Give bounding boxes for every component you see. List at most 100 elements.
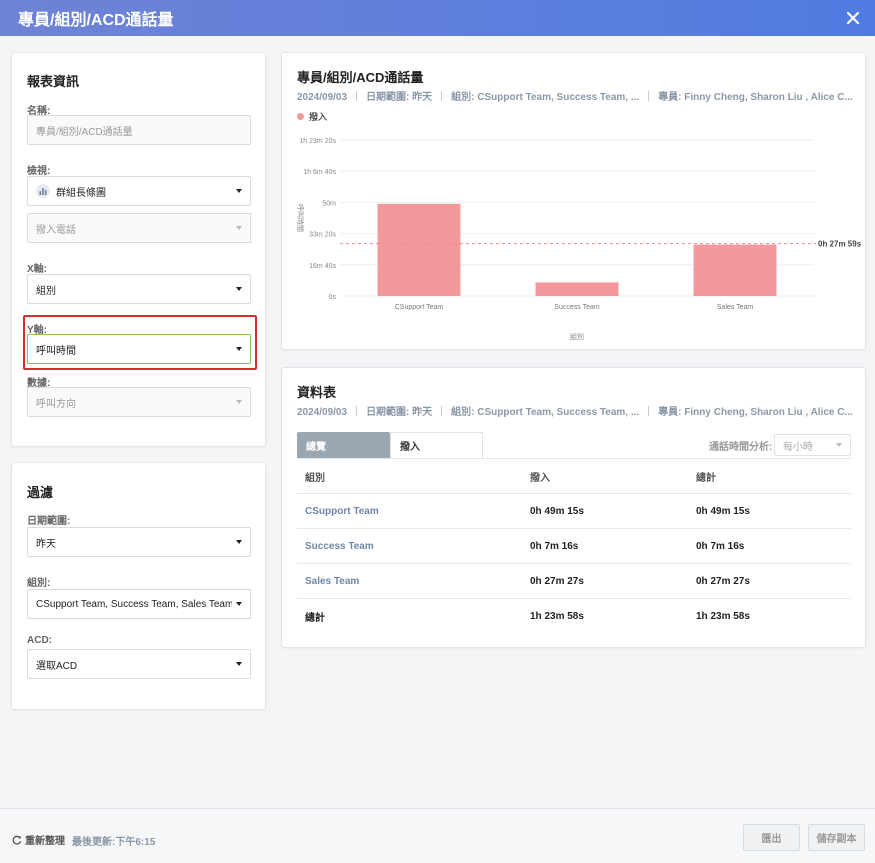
y-tick-label: 33m 20s — [309, 232, 336, 239]
x-axis-select-value: 組別 — [36, 285, 56, 297]
footer-bar: 重新整理 最後更新:下午6:15 匯出 儲存副本 — [0, 808, 875, 863]
table-row: Sales Team 0h 27m 27s 0h 27m 27s — [297, 563, 851, 599]
tab-inbound[interactable]: 撥入 — [390, 432, 483, 458]
filter-title: 過濾 — [27, 485, 54, 500]
table-cell-group: Sales Team — [297, 563, 522, 599]
bar[interactable] — [377, 203, 461, 296]
name-input-placeholder: 專員/組別/ACD通話量 — [36, 126, 133, 138]
chart-panel: 專員/組別/ACD通話量 2024/09/03 日期範圍: 昨天 組別: CSupp… — [281, 52, 866, 350]
date-range-select[interactable]: 昨天 — [27, 527, 251, 557]
export-button[interactable]: 匯出 — [743, 824, 800, 851]
analysis-select-value: 每小時 — [783, 441, 813, 453]
bar[interactable] — [535, 282, 619, 296]
y-tick-label: 50m — [322, 200, 336, 207]
data-select-value: 呼叫方向 — [36, 398, 76, 410]
group-select-value: CSupport Team, Success Team, Sales Team — [36, 598, 232, 610]
chevron-down-icon — [836, 443, 842, 447]
refresh-icon — [12, 835, 22, 845]
chevron-down-icon — [236, 662, 242, 666]
view-sub-select-value: 撥入電話 — [36, 224, 76, 236]
filter-panel: 過濾 日期範圍: 昨天 組別: CSupport Team, Success T… — [11, 462, 266, 710]
table-cell-group: Success Team — [297, 528, 522, 564]
acd-label: ACD: — [27, 635, 52, 646]
date-range-label: 日期範圍: — [27, 516, 71, 527]
bar-chart: 0s 16m 40s 33m 20s 50m 1h 6m 40s 1h 23m 20s C… — [296, 138, 862, 341]
column-header-total: 總計 — [688, 458, 851, 494]
chart-meta-agents: 專員: Finny Cheng, Sharon Liu , Alice C... — [658, 92, 853, 103]
chevron-down-icon — [236, 400, 242, 404]
name-input[interactable]: 專員/組別/ACD通話量 — [27, 115, 251, 145]
legend-label: 撥入 — [309, 112, 328, 122]
view-select[interactable]: 群組長條圖 — [27, 176, 251, 206]
bar[interactable] — [693, 244, 777, 296]
y-axis-title: 呼叫時間 — [296, 204, 305, 232]
table-meta-groups: 組別: CSupport Team, Success Team, ... — [451, 407, 640, 418]
chevron-down-icon — [236, 287, 242, 291]
column-header-inbound: 撥入 — [522, 458, 688, 494]
bar-chart-icon — [36, 184, 50, 198]
x-axis-select[interactable]: 組別 — [27, 274, 251, 304]
table-cell-total-sum: 1h 23m 58s — [696, 610, 750, 622]
report-info-panel: 報表資訊 名稱: 專員/組別/ACD通話量 檢視: 群組長條圖 撥入電話 X軸:… — [11, 52, 266, 447]
chart-legend[interactable]: 撥入 — [297, 110, 327, 123]
y-tick-label: 1h 23m 20s — [299, 138, 336, 145]
acd-select-value: 選取ACD — [36, 660, 78, 672]
chart-meta-range: 日期範圍: 昨天 — [366, 92, 433, 103]
table-meta-range: 日期範圍: 昨天 — [366, 407, 433, 418]
table-meta-agents: 專員: Finny Cheng, Sharon Liu , Alice C... — [658, 407, 853, 418]
x-tick-label: CSupport Team — [395, 304, 444, 311]
x-axis-title: 組別 — [570, 332, 584, 341]
refresh-button[interactable]: 重新整理 — [12, 832, 65, 847]
data-table: 組別 撥入 總計 CSupport Team 0h 49m 15s 0h 49m… — [297, 458, 851, 634]
table-cell-total-inbound: 1h 23m 58s — [530, 610, 584, 622]
table-meta: 2024/09/03 日期範圍: 昨天 組別: CSupport Team, Suc… — [297, 403, 853, 418]
last-update-text: 最後更新:下午6:15 — [72, 837, 156, 848]
table-cell-total-label: 總計 — [305, 612, 325, 624]
table-cell-total: 0h 49m 15s — [688, 493, 851, 529]
table-cell-total: 0h 7m 16s — [688, 528, 851, 564]
table-header-row: 組別 撥入 總計 — [297, 458, 851, 494]
chevron-down-icon — [236, 540, 242, 544]
chart-title: 專員/組別/ACD通話量 — [297, 70, 424, 85]
table-cell-total: 0h 27m 27s — [688, 563, 851, 599]
x-axis-label: X軸: — [27, 264, 47, 275]
table-total-row: 總計 1h 23m 58s 1h 23m 58s — [297, 599, 851, 634]
average-label: 0h 27m 59s — [818, 240, 862, 249]
group-select[interactable]: CSupport Team, Success Team, Sales Team — [27, 589, 251, 619]
table-title: 資料表 — [297, 385, 337, 400]
y-axis-select[interactable]: 呼叫時間 — [27, 334, 251, 364]
table-cell-group: CSupport Team — [297, 493, 522, 529]
analysis-label: 通話時間分析: — [709, 442, 773, 453]
acd-select[interactable]: 選取ACD — [27, 649, 251, 679]
x-tick-label: Success Team — [554, 304, 600, 311]
chevron-down-icon — [236, 602, 242, 606]
data-select[interactable]: 呼叫方向 — [27, 387, 251, 417]
chevron-down-icon — [236, 347, 242, 351]
table-row: Success Team 0h 7m 16s 0h 7m 16s — [297, 528, 851, 564]
table-cell-inbound: 0h 49m 15s — [522, 493, 688, 529]
x-tick-label: Sales Team — [717, 304, 754, 311]
table-row: CSupport Team 0h 49m 15s 0h 49m 15s — [297, 493, 851, 529]
report-info-title: 報表資訊 — [27, 74, 80, 89]
table-meta-date: 2024/09/03 — [297, 407, 348, 418]
view-sub-select[interactable]: 撥入電話 — [27, 213, 251, 243]
table-tabs: 總覽 撥入 — [297, 432, 483, 458]
modal-header: 專員/組別/ACD通話量 — [0, 0, 875, 36]
save-copy-button[interactable]: 儲存副本 — [808, 824, 865, 851]
group-label: 組別: — [27, 578, 51, 589]
y-axis-select-value: 呼叫時間 — [36, 345, 76, 357]
legend-swatch — [297, 113, 304, 120]
chart-meta-date: 2024/09/03 — [297, 92, 348, 103]
table-panel: 資料表 2024/09/03 日期範圍: 昨天 組別: CSupport Team,… — [281, 367, 866, 648]
refresh-label: 重新整理 — [25, 836, 65, 847]
column-header-group: 組別 — [297, 458, 522, 494]
close-icon[interactable] — [845, 10, 861, 26]
analysis-select[interactable]: 每小時 — [774, 434, 851, 456]
y-tick-label: 1h 6m 40s — [303, 169, 336, 176]
tab-overview[interactable]: 總覽 — [297, 432, 390, 458]
chart-meta: 2024/09/03 日期範圍: 昨天 組別: CSupport Team, Suc… — [297, 88, 853, 103]
chevron-down-icon — [236, 226, 242, 230]
date-range-select-value: 昨天 — [36, 538, 56, 550]
y-tick-label: 16m 40s — [309, 263, 336, 270]
modal-title: 專員/組別/ACD通話量 — [18, 12, 174, 29]
